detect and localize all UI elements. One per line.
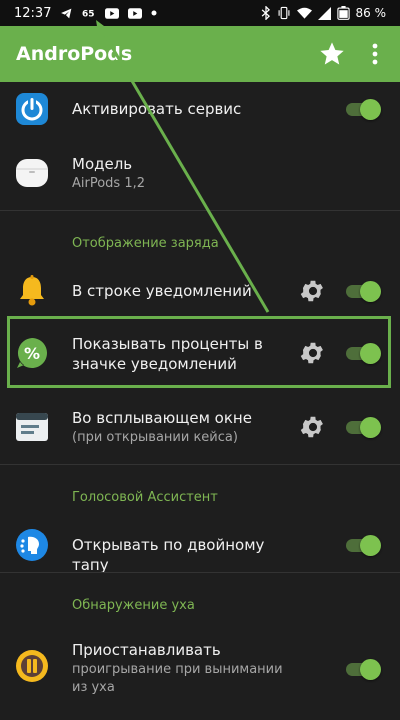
- divider: [0, 210, 400, 211]
- double-tap-toggle[interactable]: [344, 534, 381, 556]
- divider: [0, 572, 400, 573]
- setting-title: Приостанавливать: [72, 641, 221, 659]
- svg-text:65: 65: [82, 10, 95, 20]
- section-header-battery-display: Отображение заряда: [72, 236, 219, 251]
- setting-popup-window[interactable]: Во всплывающем окне (при открывании кейс…: [0, 396, 400, 458]
- setting-notification-bar[interactable]: В строке уведомлений: [0, 266, 400, 316]
- airpods-case-icon: [14, 155, 50, 191]
- app-bar: AndroPods: [0, 26, 400, 82]
- youtube-icon: [128, 7, 143, 19]
- app-title: AndroPods: [16, 43, 133, 65]
- star-icon[interactable]: [318, 40, 346, 72]
- wifi-icon: [296, 7, 312, 19]
- voice-assistant-icon: [14, 527, 50, 563]
- setting-title: Открывать по двойному тапу: [72, 536, 265, 574]
- setting-title: Активировать сервис: [72, 100, 242, 118]
- battery-percent: 86 %: [355, 6, 387, 20]
- bell-icon: [14, 273, 50, 309]
- setting-activate-service[interactable]: Активировать сервис: [0, 84, 400, 134]
- activate-service-toggle[interactable]: [344, 98, 381, 120]
- section-header-ear-detection: Обнаружение уха: [72, 598, 195, 613]
- setting-double-tap[interactable]: Открывать по двойному тапу: [0, 520, 400, 574]
- signal-icon: [317, 6, 331, 20]
- status-time: 12:37: [14, 5, 52, 21]
- gear-icon[interactable]: [297, 275, 329, 307]
- setting-model[interactable]: Модель AirPods 1,2: [0, 142, 400, 204]
- setting-title: Модель: [72, 155, 133, 173]
- setting-subtitle: проигрывание при вынимании из уха: [72, 662, 283, 695]
- pause-playback-toggle[interactable]: [344, 658, 381, 680]
- divider: [0, 464, 400, 465]
- more-vert-icon[interactable]: [368, 42, 382, 70]
- bluetooth-icon: [261, 6, 271, 20]
- vk-icon: 65: [82, 7, 96, 20]
- highlight-frame: [7, 316, 391, 388]
- setting-pause-playback[interactable]: Приостанавливать проигрывание при вынима…: [0, 634, 400, 714]
- gear-icon[interactable]: [297, 411, 329, 443]
- section-header-voice-assistant: Голосовой Ассистент: [72, 490, 218, 505]
- pause-icon: [14, 648, 50, 684]
- setting-subtitle: (при открывании кейса): [72, 430, 238, 445]
- setting-subtitle: AirPods 1,2: [72, 176, 146, 191]
- popup-window-toggle[interactable]: [344, 416, 381, 438]
- vibrate-icon: [277, 6, 291, 20]
- telegram-icon: [60, 7, 73, 20]
- battery-icon: [336, 6, 350, 20]
- popup-window-icon: [14, 409, 50, 445]
- setting-title: Во всплывающем окне: [72, 409, 252, 427]
- power-icon: [14, 91, 50, 127]
- youtube-icon: [105, 7, 120, 19]
- notification-bar-toggle[interactable]: [344, 280, 381, 302]
- status-bar: 12:37 65 86 %: [0, 0, 400, 26]
- setting-title: В строке уведомлений: [72, 282, 252, 300]
- dot-icon: [151, 10, 157, 16]
